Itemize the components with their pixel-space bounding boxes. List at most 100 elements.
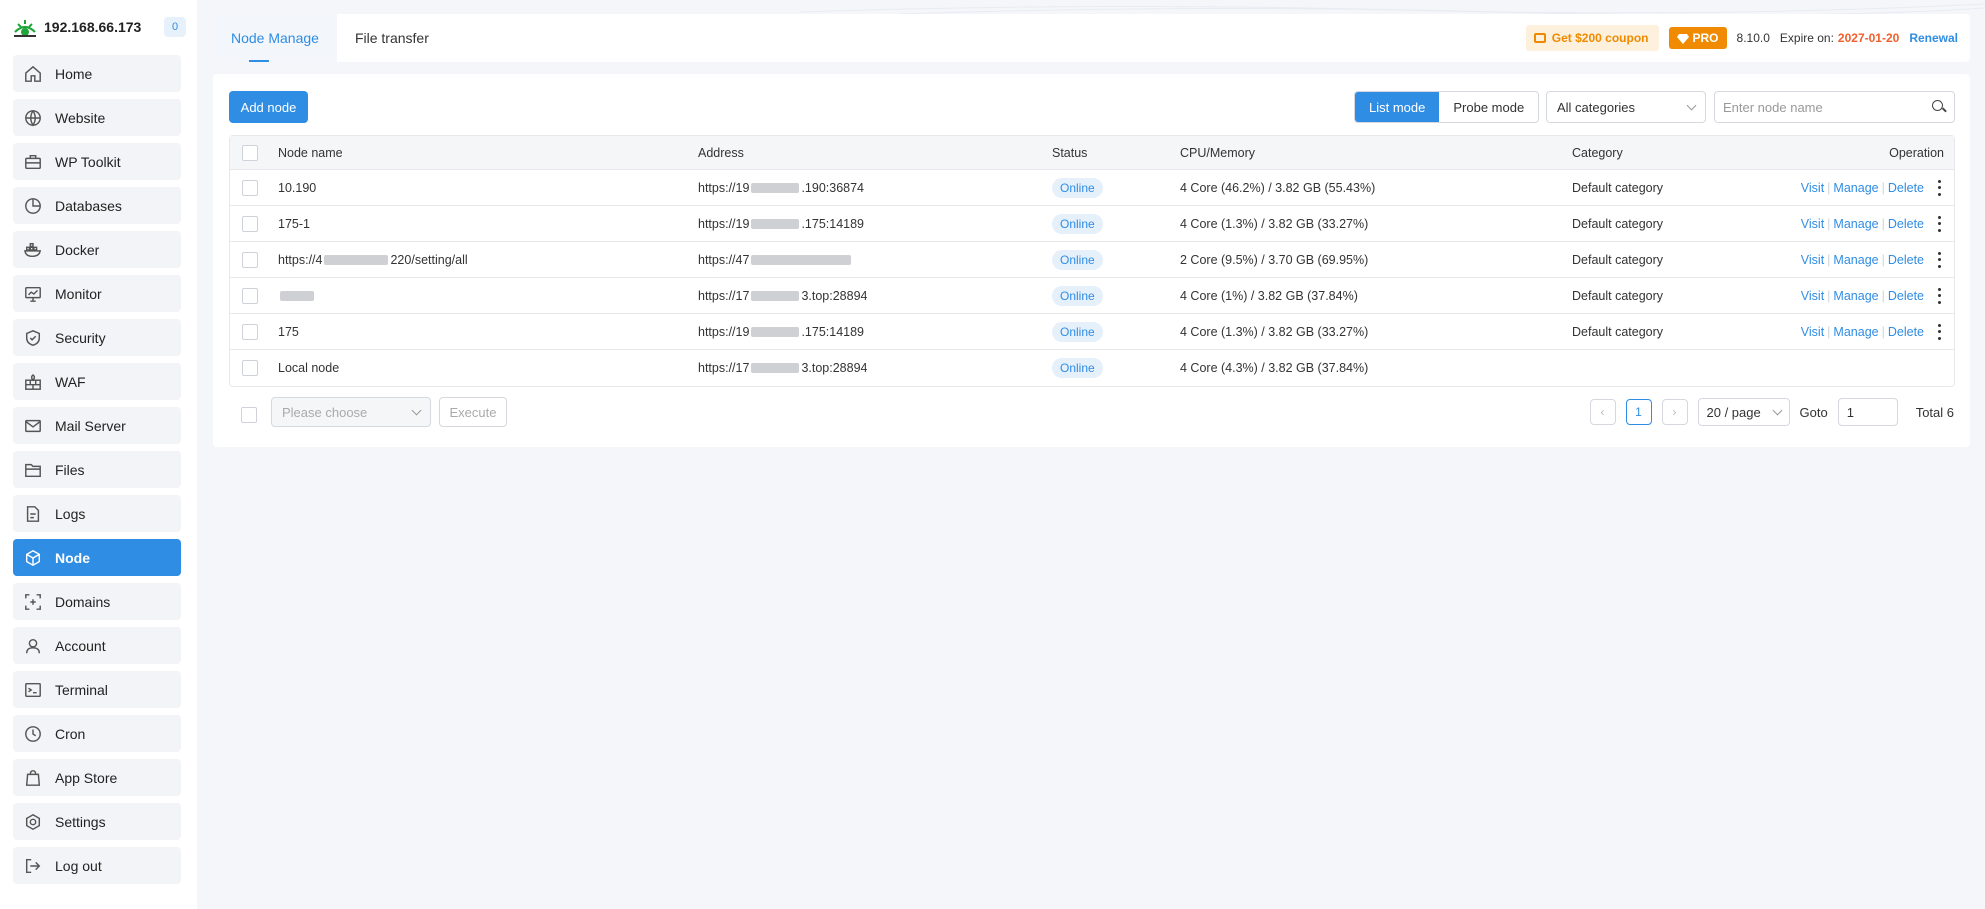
probe-mode-button[interactable]: Probe mode: [1439, 92, 1538, 122]
server-ip[interactable]: 192.168.66.173: [44, 19, 141, 35]
sidebar-item-docker[interactable]: Docker: [13, 231, 181, 268]
node-name[interactable]: 10.190: [278, 181, 316, 195]
batch-select-checkbox[interactable]: [241, 407, 257, 423]
node-table: Node name Address Status CPU/Memory Cate…: [229, 135, 1955, 387]
notification-count[interactable]: 0: [164, 17, 186, 37]
visit-link[interactable]: Visit: [1801, 181, 1824, 195]
row-checkbox[interactable]: [242, 323, 258, 340]
sidebar-item-databases[interactable]: Databases: [13, 187, 181, 224]
node-name[interactable]: Local node: [278, 361, 339, 375]
sidebar-item-files[interactable]: Files: [13, 451, 181, 488]
chevron-down-icon: [411, 405, 422, 415]
page-1-button[interactable]: 1: [1625, 399, 1652, 425]
row-checkbox[interactable]: [242, 251, 258, 268]
sidebar-item-domains[interactable]: Domains: [13, 583, 181, 620]
page-size-select[interactable]: 20 / page: [1697, 398, 1790, 426]
address-prefix: https://47: [698, 252, 750, 267]
globe-icon: [23, 108, 43, 128]
goto-page-input[interactable]: [1837, 398, 1898, 426]
sidebar-item-label: Home: [55, 65, 93, 82]
search-icon[interactable]: [1932, 100, 1946, 114]
delete-link[interactable]: Delete: [1888, 253, 1924, 267]
coupon-button[interactable]: Get $200 coupon: [1525, 25, 1659, 51]
sidebar-item-wp-toolkit[interactable]: WP Toolkit: [13, 143, 181, 180]
delete-link[interactable]: Delete: [1888, 289, 1924, 303]
row-checkbox[interactable]: [242, 287, 258, 304]
tab-file-transfer[interactable]: File transfer: [337, 14, 447, 62]
manage-link[interactable]: Manage: [1833, 325, 1878, 339]
sidebar-item-log-out[interactable]: Log out: [13, 847, 181, 884]
status-badge: Online: [1052, 177, 1103, 198]
sidebar-item-logs[interactable]: Logs: [13, 495, 181, 532]
sidebar-item-monitor[interactable]: Monitor: [13, 275, 181, 312]
visit-link[interactable]: Visit: [1801, 289, 1824, 303]
delete-link[interactable]: Delete: [1888, 217, 1924, 231]
sidebar-item-mail-server[interactable]: Mail Server: [13, 407, 181, 444]
operation-cell: Visit | Manage | Delete: [1801, 314, 1944, 349]
prev-page-button[interactable]: ‹: [1589, 399, 1616, 425]
visit-link[interactable]: Visit: [1801, 253, 1824, 267]
redacted-block: [751, 290, 800, 301]
more-options-icon[interactable]: [1934, 287, 1944, 304]
visit-link[interactable]: Visit: [1801, 217, 1824, 231]
sidebar-item-waf[interactable]: WAF: [13, 363, 181, 400]
col-node-name[interactable]: Node name: [278, 136, 343, 169]
sidebar-item-cron[interactable]: Cron: [13, 715, 181, 752]
node-name[interactable]: 175-1: [278, 217, 310, 231]
node-name[interactable]: 175: [278, 325, 299, 339]
row-checkbox[interactable]: [242, 179, 258, 196]
execute-button[interactable]: Execute: [439, 397, 507, 427]
separator: |: [1881, 180, 1885, 195]
pro-badge[interactable]: PRO: [1668, 27, 1727, 49]
header-decoration: [800, 3, 1985, 14]
address-suffix: .175:14189: [801, 324, 864, 339]
status-cell: Online: [1052, 170, 1103, 205]
manage-link[interactable]: Manage: [1833, 253, 1878, 267]
manage-link[interactable]: Manage: [1833, 217, 1878, 231]
sidebar-item-terminal[interactable]: Terminal: [13, 671, 181, 708]
sidebar-item-security[interactable]: Security: [13, 319, 181, 356]
category-select[interactable]: All categories: [1546, 91, 1706, 123]
sidebar-item-app-store[interactable]: App Store: [13, 759, 181, 796]
next-page-button[interactable]: ›: [1661, 399, 1688, 425]
list-mode-button[interactable]: List mode: [1355, 92, 1440, 122]
address-cell: https://19 .175:14189: [698, 206, 864, 241]
more-options-icon[interactable]: [1934, 179, 1944, 196]
redacted-block: [751, 326, 800, 337]
cpu-memory-cell: 4 Core (46.2%) / 3.82 GB (55.43%): [1180, 180, 1376, 195]
redacted-block: [751, 182, 800, 193]
manage-link[interactable]: Manage: [1833, 289, 1878, 303]
visit-link[interactable]: Visit: [1801, 325, 1824, 339]
manage-link[interactable]: Manage: [1833, 181, 1878, 195]
mail-icon: [23, 416, 43, 436]
sidebar-item-account[interactable]: Account: [13, 627, 181, 664]
batch-select-value: Please choose: [282, 404, 368, 420]
sidebar-item-website[interactable]: Website: [13, 99, 181, 136]
status-cell: Online: [1052, 278, 1103, 313]
row-checkbox[interactable]: [242, 215, 258, 232]
batch-operation-select[interactable]: Please choose: [271, 397, 431, 427]
more-options-icon[interactable]: [1934, 215, 1944, 232]
search-input[interactable]: [1723, 99, 1932, 115]
cpu-memory-cell: 2 Core (9.5%) / 3.70 GB (69.95%): [1180, 252, 1369, 267]
status-cell: Online: [1052, 350, 1103, 386]
renewal-link[interactable]: Renewal: [1909, 31, 1958, 45]
diamond-icon: [1676, 33, 1689, 44]
settings-icon: [23, 812, 43, 832]
more-options-icon[interactable]: [1934, 323, 1944, 340]
tab-node-manage[interactable]: Node Manage: [213, 14, 337, 62]
sidebar-item-node[interactable]: Node: [13, 539, 181, 576]
select-all-checkbox[interactable]: [242, 144, 258, 161]
delete-link[interactable]: Delete: [1888, 181, 1924, 195]
sidebar-item-settings[interactable]: Settings: [13, 803, 181, 840]
pro-label: PRO: [1692, 31, 1719, 45]
node-name-suffix: 220/setting/all: [390, 252, 468, 267]
sidebar-item-label: Mail Server: [55, 417, 126, 434]
status-badge: Online: [1052, 249, 1103, 270]
add-node-button[interactable]: Add node: [229, 91, 308, 123]
delete-link[interactable]: Delete: [1888, 325, 1924, 339]
sidebar-item-home[interactable]: Home: [13, 55, 181, 92]
more-options-icon[interactable]: [1934, 251, 1944, 268]
row-checkbox[interactable]: [242, 360, 258, 376]
coupon-label: Get $200 coupon: [1551, 31, 1649, 45]
